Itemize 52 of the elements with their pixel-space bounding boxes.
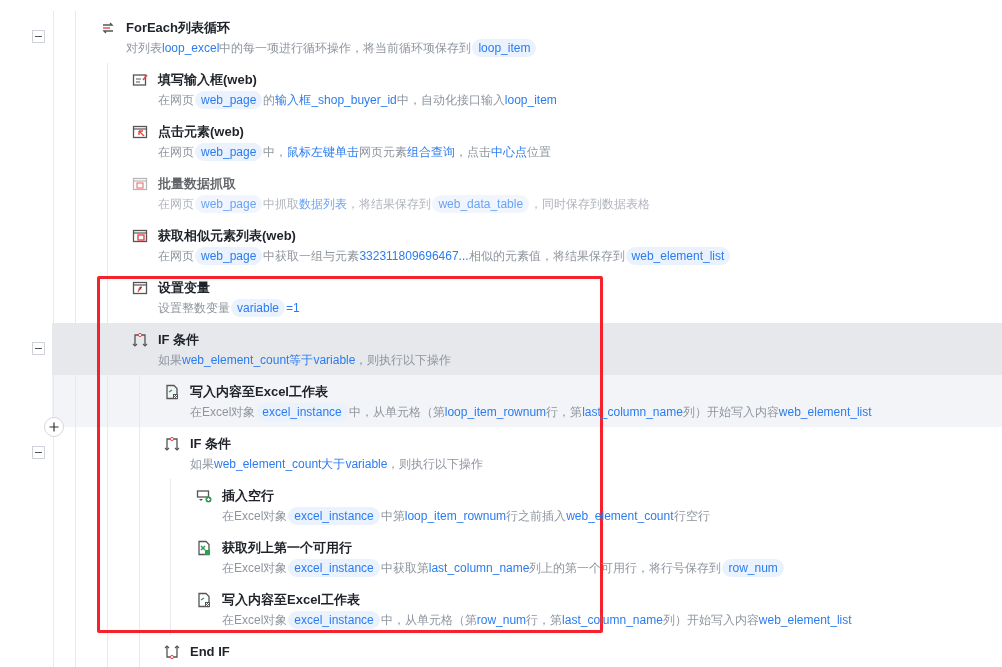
step-description: 如果web_element_count等于variable，则执行以下操作 [157,352,453,369]
collapse-button[interactable] [32,342,45,355]
branch-icon [132,332,148,348]
collapse-button[interactable] [32,30,45,43]
step-title: 获取列上第一个可用行 [222,539,352,558]
window-table-icon [132,176,148,192]
step-description: 在网页 web_page 中抓取数据列表，将结果保存到 web_data_table ，同时保存到数据表格 [157,194,652,214]
step-title: End IF [190,643,230,662]
variable-chip: web_page [195,91,263,109]
step-title: 设置变量 [158,279,210,298]
window-cursor-icon [132,124,148,140]
variable-chip: web_data_table [432,195,530,213]
variable-chip: web_page [195,143,263,161]
variable-chip: excel_instance [288,507,380,525]
step-title: 写入内容至Excel工作表 [190,383,328,402]
step-title: 插入空行 [222,487,274,506]
variable-chip: loop_item [472,39,537,57]
variable-chip: excel_instance [256,403,348,421]
variable-chip: row_num [722,559,784,577]
plus-icon [49,422,59,432]
branch-end-icon [164,644,180,660]
step-description: 设置整数变量 variable =1 [157,298,301,318]
step-title: 获取相似元素列表(web) [158,227,296,246]
step-title: IF 条件 [190,435,232,454]
step-description: 在网页 web_page 的输入框_shop_buyer_id中，自动化接口输入loop_item [157,90,558,110]
variable-chip: web_page [195,195,263,213]
loop-arrows-icon [100,20,116,36]
spreadsheet-file-icon [196,540,212,556]
step-title: ForEach列表循环 [126,19,230,38]
step-description: 在网页 web_page 中获取一组与元素332311809696467...相似的元素值，将结果保存到 web_element_list [132,246,1002,266]
step-title: IF 条件 [158,331,200,350]
spreadsheet-file-icon [196,592,212,608]
variable-chip: variable [231,299,286,317]
variable-chip: excel_instance [288,611,380,629]
function-icon [132,280,148,296]
collapse-button[interactable] [32,446,45,459]
step-description: 在网页 web_page 中，鼠标左键单击网页元素组合查询，点击中心点位置 [157,142,553,162]
variable-chip: web_page [195,247,263,265]
step-description: 对列表loop_excel中的每一项进行循环操作，将当前循环项保存到 loop_item [100,38,1002,58]
add-step-button[interactable] [44,417,64,437]
step-title: 点击元素(web) [158,123,244,142]
variable-chip: web_element_list [625,247,731,265]
insert-row-icon [196,488,212,504]
window-element-icon [132,228,148,244]
branch-icon [164,436,180,452]
step-title: 填写输入框(web) [158,71,257,90]
spreadsheet-file-icon [164,384,180,400]
step-title: 批量数据抓取 [158,175,236,194]
form-edit-icon [132,72,148,88]
step-title: 写入内容至Excel工作表 [222,591,360,610]
step-description: 如果web_element_count大于variable，则执行以下操作 [189,456,485,473]
variable-chip: excel_instance [288,559,380,577]
